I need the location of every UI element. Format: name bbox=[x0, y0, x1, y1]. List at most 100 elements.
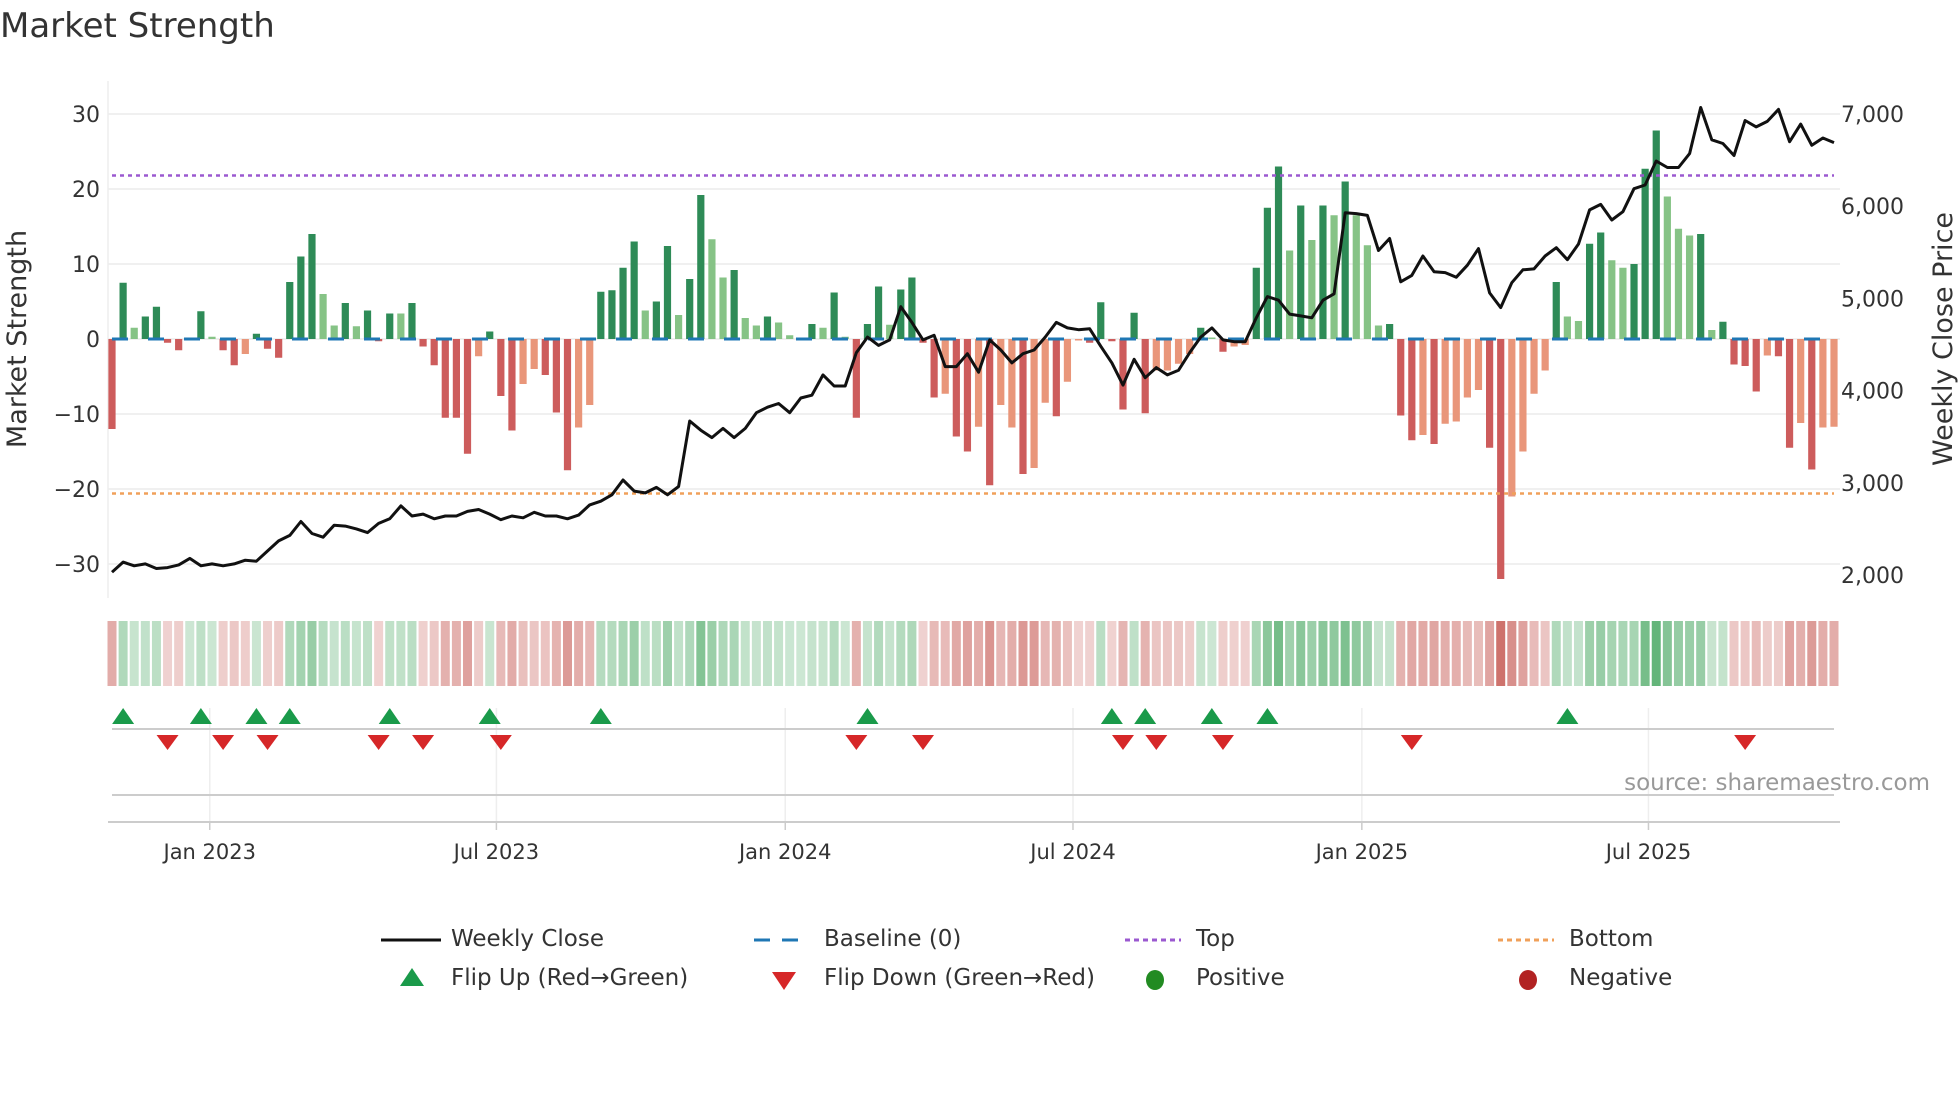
heatstrip-cell bbox=[1174, 621, 1184, 686]
heatstrip-cell bbox=[1062, 621, 1072, 686]
heatstrip-cell bbox=[1018, 621, 1028, 686]
strength-bar bbox=[1763, 339, 1771, 356]
strength-bar bbox=[1597, 232, 1605, 339]
strength-bar bbox=[341, 303, 349, 339]
heatstrip-cell bbox=[451, 621, 461, 686]
flip-down-marker bbox=[845, 735, 868, 750]
strength-bar bbox=[1797, 339, 1805, 423]
strength-bar bbox=[1630, 264, 1638, 339]
flip-down-marker bbox=[1400, 735, 1423, 750]
strength-bar bbox=[1174, 339, 1183, 364]
strength-bar bbox=[1819, 339, 1827, 428]
heatstrip-cell bbox=[1240, 621, 1250, 686]
heatstrip-cell bbox=[1318, 621, 1328, 686]
heatstrip-cell bbox=[1418, 621, 1428, 686]
heatstrip-cell bbox=[1807, 621, 1817, 686]
heatstrip-cell bbox=[907, 621, 917, 686]
heatstrip-cell bbox=[296, 621, 306, 686]
heatstrip-cell bbox=[140, 621, 150, 686]
heatstrip-cell bbox=[1451, 621, 1461, 686]
heatstrip-cell bbox=[1829, 621, 1839, 686]
heatstrip-cell bbox=[107, 621, 117, 686]
strength-bar bbox=[1452, 339, 1460, 422]
heatstrip-cell bbox=[1040, 621, 1050, 686]
strength-bar bbox=[1397, 339, 1405, 416]
heatstrip-cell bbox=[429, 621, 439, 686]
strength-bar bbox=[641, 310, 649, 339]
strength-bar bbox=[208, 336, 216, 339]
strength-bar bbox=[952, 339, 960, 437]
strength-bar bbox=[1530, 339, 1538, 394]
y-tick-label: 0 bbox=[86, 328, 100, 353]
heatstrip-cell bbox=[1307, 621, 1317, 686]
strength-bar bbox=[1430, 339, 1438, 444]
flip-down-marker bbox=[1211, 735, 1234, 750]
flip-down-marker bbox=[156, 735, 179, 750]
strength-bar bbox=[1374, 325, 1383, 339]
strength-bar bbox=[1563, 316, 1571, 339]
strength-bar bbox=[563, 339, 572, 471]
heatstrip-cell bbox=[496, 621, 506, 686]
heatstrip-cell bbox=[485, 621, 495, 686]
y2-tick-label: 2,000 bbox=[1841, 564, 1904, 589]
strength-bar bbox=[175, 339, 183, 351]
strength-bar bbox=[608, 290, 616, 339]
flip-up-marker bbox=[1200, 708, 1223, 724]
strength-bar bbox=[497, 339, 505, 396]
strength-bar bbox=[1041, 339, 1049, 403]
strength-bar bbox=[1730, 339, 1738, 365]
heatstrip-cell bbox=[1629, 621, 1639, 686]
heatstrip-cell bbox=[351, 621, 361, 686]
strength-bar bbox=[1274, 166, 1283, 339]
strength-bar bbox=[1663, 196, 1671, 339]
x-tick-label: Jul 2024 bbox=[1028, 840, 1115, 864]
strength-bar bbox=[308, 234, 316, 339]
heatstrip-cell bbox=[1707, 621, 1717, 686]
heatstrip-cell bbox=[1562, 621, 1572, 686]
strength-bar bbox=[1585, 243, 1594, 339]
heatstrip-cell bbox=[1662, 621, 1672, 686]
heatstrip-cell bbox=[129, 621, 139, 686]
heatstrip-cell bbox=[807, 621, 817, 686]
strength-bar bbox=[652, 301, 660, 339]
heatstrip-cell bbox=[1262, 621, 1272, 686]
heatstrip-cell bbox=[1485, 621, 1495, 686]
flip-down-marker bbox=[256, 735, 279, 750]
heatstrip-cell bbox=[1762, 621, 1772, 686]
heatstrip-cell bbox=[151, 621, 161, 686]
strength-bar bbox=[974, 339, 983, 427]
heatstrip-cell bbox=[951, 621, 961, 686]
strength-bar bbox=[1297, 205, 1305, 339]
strength-bar bbox=[1030, 339, 1038, 468]
heatstrip-cell bbox=[662, 621, 672, 686]
heatstrip-cell bbox=[562, 621, 572, 686]
flip-down-marker bbox=[489, 735, 512, 750]
heatstrip-cell bbox=[729, 621, 739, 686]
heatstrip-cell bbox=[240, 621, 250, 686]
strength-bar bbox=[908, 277, 916, 339]
heatstrip-cell bbox=[1429, 621, 1439, 686]
strength-bar bbox=[1063, 339, 1072, 382]
legend-top: Top bbox=[1196, 926, 1235, 952]
strength-bar bbox=[674, 315, 683, 339]
x-tick-label: Jul 2023 bbox=[452, 840, 539, 864]
flip-down-marker bbox=[412, 735, 435, 750]
heatstrip-cell bbox=[1618, 621, 1628, 686]
heatstrip-cell bbox=[674, 621, 684, 686]
strength-bar bbox=[230, 339, 238, 366]
strength-bar bbox=[508, 339, 516, 431]
strength-bar bbox=[352, 326, 361, 339]
strength-bar bbox=[530, 339, 538, 369]
heatstrip-cell bbox=[1462, 621, 1472, 686]
heatstrip-cell bbox=[1651, 621, 1661, 686]
heatstrip-cell bbox=[1685, 621, 1695, 686]
heatstrip-cell bbox=[307, 621, 317, 686]
legend-negative: Negative bbox=[1569, 965, 1673, 991]
strength-bar bbox=[141, 316, 149, 339]
strength-bar bbox=[1685, 235, 1694, 339]
strength-bar bbox=[786, 335, 794, 339]
strength-bar bbox=[108, 339, 116, 429]
heatstrip-cell bbox=[1718, 621, 1728, 686]
heatstrip-cell bbox=[640, 621, 650, 686]
strength-bar bbox=[763, 316, 772, 339]
